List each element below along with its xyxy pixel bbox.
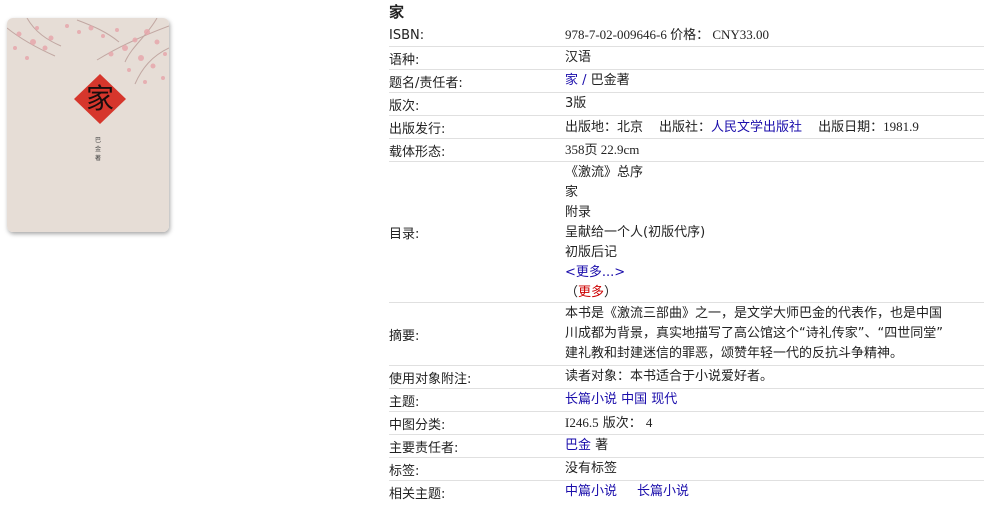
value-toc: 《激流》总序 家 附录 呈献给一个人(初版代序) 初版后记 <更多...> （更… — [565, 162, 984, 302]
row-tags: 标签: 没有标签 — [389, 458, 984, 481]
cover-title: 家 — [85, 82, 114, 115]
date-label: 出版日期： — [818, 120, 884, 135]
value-related: 中篇小说 长篇小说 — [565, 481, 984, 503]
book-cover[interactable]: 家 巴金著 — [7, 18, 169, 232]
toc-line: 初版后记 — [565, 245, 618, 260]
value-title-resp: 家 / 巴金著 — [565, 70, 984, 92]
clc-code: I246.5 — [565, 415, 599, 430]
title-author: 巴金著 — [590, 73, 630, 88]
toc-line: 附录 — [565, 205, 592, 220]
row-subject: 主题: 长篇小说 中国 现代 — [389, 389, 984, 412]
label-related: 相关主题: — [389, 486, 446, 502]
label-subject: 主题: — [389, 394, 420, 410]
place-label: 出版地： — [565, 120, 618, 135]
label-title-resp: 题名/责任者: — [389, 75, 463, 91]
label-edition: 版次: — [389, 98, 420, 114]
row-related: 相关主题: 中篇小说 长篇小说 — [389, 481, 984, 503]
value-isbn: 978-7-02-009646-6 价格： CNY33.00 — [565, 24, 984, 46]
label-publish: 出版发行: — [389, 121, 446, 137]
row-publish: 出版发行: 出版地：北京 出版社：人民文学出版社 出版日期：1981.9 — [389, 116, 984, 139]
book-title: 家 — [389, 3, 405, 21]
subject-link[interactable]: 长篇小说 中国 现代 — [565, 392, 677, 407]
date-value: 1981.9 — [883, 119, 919, 134]
value-edition: 3版 — [565, 96, 587, 111]
value-abstract: 本书是《激流三部曲》之一，是文学大师巴金的代表作，也是中国 川成都为背景，真实地… — [565, 303, 984, 365]
label-language: 语种: — [389, 52, 420, 68]
book-detail: 家 ISBN: 978-7-02-009646-6 价格： CNY33.00 语… — [389, 0, 984, 503]
value-responsible: 巴金 著 — [565, 435, 984, 457]
value-physical: 358页 22.9cm — [565, 142, 640, 157]
row-responsible: 主要责任者: 巴金 著 — [389, 435, 984, 458]
row-language: 语种: 汉语 — [389, 47, 984, 70]
row-edition: 版次: 3版 — [389, 93, 984, 116]
more-button[interactable]: 更多 — [578, 285, 604, 300]
abstract-line: 本书是《激流三部曲》之一，是文学大师巴金的代表作，也是中国 — [565, 306, 943, 321]
publisher-link[interactable]: 人民文学出版社 — [711, 120, 802, 135]
label-clc: 中图分类: — [389, 417, 446, 433]
label-audience: 使用对象附注: — [389, 371, 472, 387]
row-isbn: ISBN: 978-7-02-009646-6 价格： CNY33.00 — [389, 24, 984, 47]
publisher-label: 出版社： — [659, 120, 712, 135]
related-link[interactable]: 长篇小说 — [637, 484, 689, 499]
place-value: 北京 — [617, 120, 644, 135]
label-toc: 目录: — [389, 226, 420, 242]
row-clc: 中图分类: I246.5 版次： 4 — [389, 412, 984, 435]
isbn-number: 978-7-02-009646-6 — [565, 27, 667, 42]
abstract-line: 建礼教和封建迷信的罪恶，颂赞年轻一代的反抗斗争精神。 — [565, 346, 904, 361]
value-audience: 读者对象：本书适合于小说爱好者。 — [565, 369, 774, 384]
responsible-link[interactable]: 巴金 — [565, 438, 591, 453]
title-link[interactable]: 家 — [565, 73, 578, 88]
cover-art — [7, 18, 169, 232]
row-audience: 使用对象附注: 读者对象：本书适合于小说爱好者。 — [389, 366, 984, 389]
label-tags: 标签: — [389, 463, 420, 479]
value-publish: 出版地：北京 出版社：人民文学出版社 出版日期：1981.9 — [565, 116, 984, 138]
label-physical: 载体形态: — [389, 144, 446, 160]
related-link[interactable]: 中篇小说 — [565, 484, 617, 499]
more-open: （ — [565, 285, 579, 300]
value-subject: 长篇小说 中国 现代 — [565, 389, 984, 411]
clc-edition: 4 — [645, 415, 653, 430]
more-toggle: （更多） — [565, 283, 984, 302]
toc-line: 《激流》总序 — [565, 165, 644, 180]
toc-more-link[interactable]: <更多...> — [565, 265, 625, 280]
toc-line: 家 — [565, 185, 579, 200]
value-tags: 没有标签 — [565, 461, 618, 476]
value-language: 汉语 — [565, 50, 592, 65]
abstract-line: 川成都为背景，真实地描写了高公馆这个“诗礼传家”、“四世同堂” — [565, 326, 943, 341]
row-abstract: 摘要: 本书是《激流三部曲》之一，是文学大师巴金的代表作，也是中国 川成都为背景… — [389, 303, 984, 366]
row-physical: 载体形态: 358页 22.9cm — [389, 139, 984, 162]
clc-edition-label: 版次： — [602, 416, 642, 431]
label-abstract: 摘要: — [389, 328, 420, 344]
title-sep: / — [578, 73, 591, 88]
row-toc: 目录: 《激流》总序 家 附录 呈献给一个人(初版代序) 初版后记 <更多...… — [389, 162, 984, 303]
label-isbn: ISBN: — [389, 27, 425, 43]
row-title-resp: 题名/责任者: 家 / 巴金著 — [389, 70, 984, 93]
cover-author: 巴金著 — [94, 137, 101, 162]
toc-line: 呈献给一个人(初版代序) — [565, 225, 706, 240]
responsible-suffix: 著 — [591, 438, 609, 453]
value-clc: I246.5 版次： 4 — [565, 412, 984, 434]
label-responsible: 主要责任者: — [389, 440, 459, 456]
more-close: ） — [604, 285, 618, 300]
price-value: CNY33.00 — [712, 27, 770, 42]
price-label: 价格： — [670, 28, 710, 43]
